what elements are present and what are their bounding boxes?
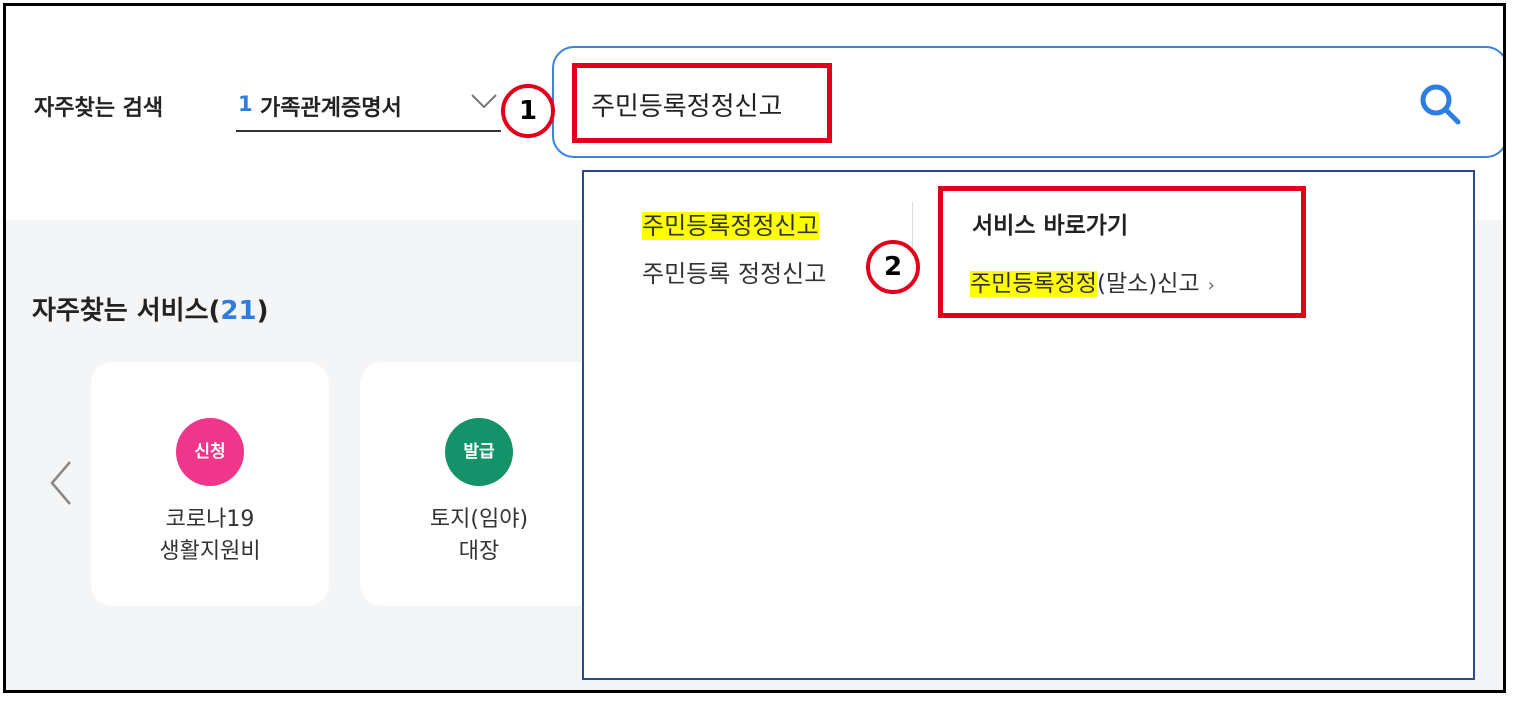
suggestion-item[interactable]: 주민등록정정신고 [642, 206, 819, 241]
frequent-term: 가족관계증명서 [260, 96, 402, 121]
frequent-rank: 1 [238, 92, 253, 116]
search-icon[interactable] [1418, 82, 1462, 126]
service-card-covid[interactable]: 신청 코로나19 생활지원비 [91, 362, 329, 606]
services-count: 21 [220, 296, 257, 326]
chevron-down-icon [471, 94, 497, 109]
suggestion-item[interactable]: 주민등록 정정신고 [642, 254, 826, 289]
issue-badge: 발급 [445, 418, 513, 486]
apply-badge: 신청 [176, 418, 244, 486]
clipped-card-text: 주 [1502, 542, 1503, 574]
frequent-search-select[interactable]: 1 가족관계증명서 [236, 80, 501, 132]
annotation-badge-1: 1 [501, 84, 555, 138]
service-card-name: 토지(임야) 대장 [429, 507, 529, 564]
annotation-box-search [572, 63, 832, 143]
chevron-left-icon[interactable] [46, 458, 76, 508]
frequent-services-title: 자주찾는 서비스(21) [32, 296, 269, 326]
service-card-name: 코로나19 생활지원비 [159, 507, 261, 564]
page-frame: 자주찾는 서비스(21) 신청 코로나19 생활지원비 발급 토지(임야) 대장… [3, 3, 1506, 693]
service-card-land[interactable]: 발급 토지(임야) 대장 [360, 362, 598, 606]
frequent-search-label: 자주찾는 검색 [34, 96, 164, 121]
annotation-box-shortcut [938, 186, 1306, 318]
annotation-badge-2: 2 [866, 240, 920, 294]
